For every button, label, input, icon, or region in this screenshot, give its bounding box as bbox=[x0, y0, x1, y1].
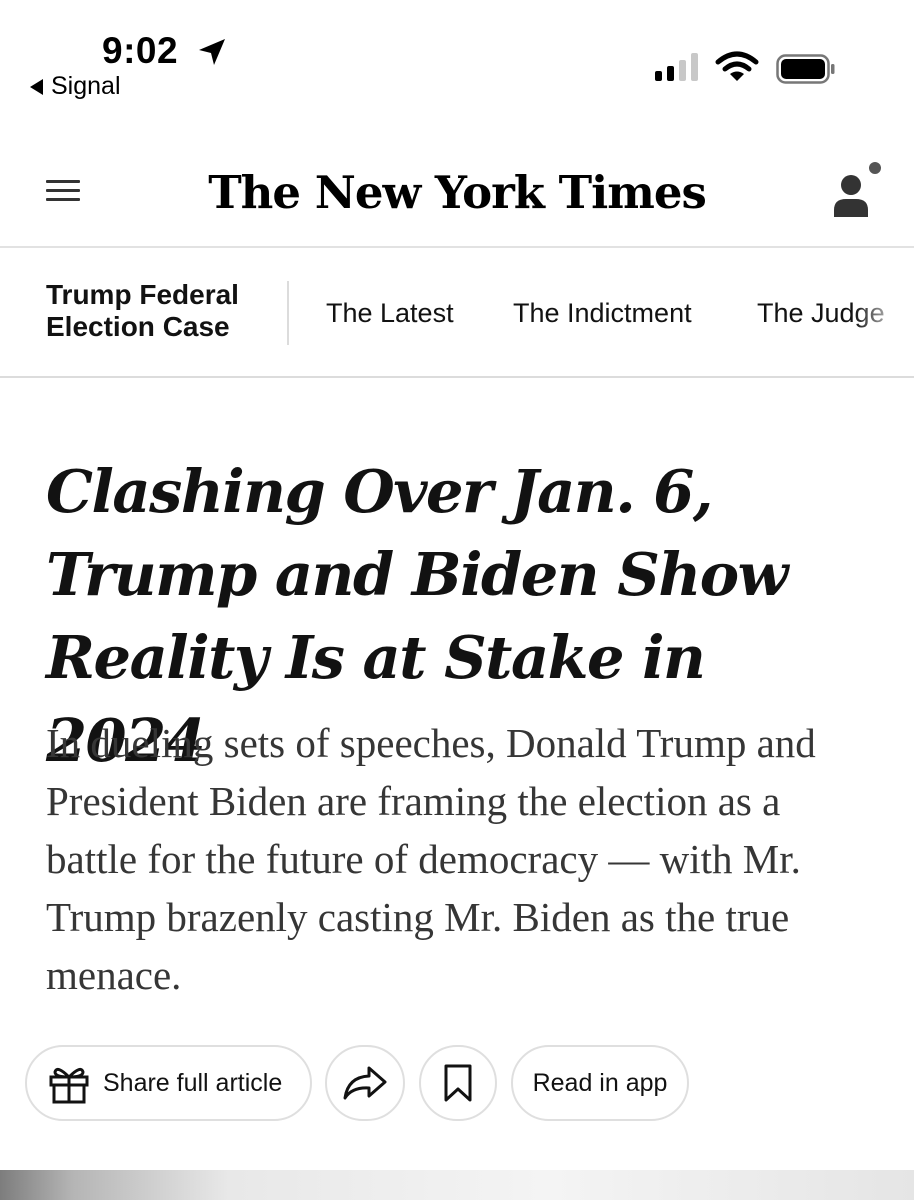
bookmark-icon bbox=[444, 1064, 472, 1102]
tab-the-indictment[interactable]: The Indictment bbox=[513, 298, 692, 329]
nav-divider bbox=[287, 281, 289, 345]
share-arrow-icon bbox=[343, 1066, 387, 1100]
gift-icon bbox=[49, 1067, 89, 1104]
back-to-signal-link[interactable]: Signal bbox=[30, 72, 121, 101]
nav-fade-overlay bbox=[854, 288, 914, 338]
status-bar: 9:02 Signal bbox=[0, 0, 914, 110]
article-summary: In dueling sets of speeches, Donald Trum… bbox=[46, 720, 816, 998]
back-app-label: Signal bbox=[51, 72, 121, 100]
nav-tabs: The Latest The Indictment The Judge bbox=[326, 298, 914, 332]
share-full-article-button[interactable]: Share full article bbox=[25, 1045, 312, 1121]
read-in-app-button[interactable]: Read in app bbox=[511, 1045, 689, 1121]
status-time: 9:02 bbox=[102, 30, 179, 71]
wifi-icon bbox=[715, 51, 759, 81]
location-arrow-icon bbox=[199, 39, 225, 65]
article-actions: Share full article Read in app bbox=[0, 1045, 914, 1121]
save-bookmark-button[interactable] bbox=[419, 1045, 497, 1121]
nyt-article-screen: 9:02 Signal The New York Times Trump Fed… bbox=[0, 0, 914, 1200]
cellular-signal-icon bbox=[655, 53, 698, 81]
share-button[interactable] bbox=[325, 1045, 405, 1121]
back-triangle-icon bbox=[30, 78, 43, 95]
article-lead-image bbox=[0, 1170, 914, 1200]
share-full-article-label: Share full article bbox=[103, 1068, 283, 1097]
masthead: The New York Times bbox=[0, 110, 914, 248]
battery-icon bbox=[776, 54, 835, 84]
read-in-app-label: Read in app bbox=[532, 1068, 668, 1097]
nyt-logo[interactable]: The New York Times bbox=[0, 166, 914, 219]
section-title[interactable]: Trump Federal Election Case bbox=[46, 279, 276, 343]
tab-the-latest[interactable]: The Latest bbox=[326, 298, 454, 329]
section-nav: Trump Federal Election Case The Latest T… bbox=[0, 248, 914, 378]
account-icon[interactable] bbox=[826, 155, 886, 225]
